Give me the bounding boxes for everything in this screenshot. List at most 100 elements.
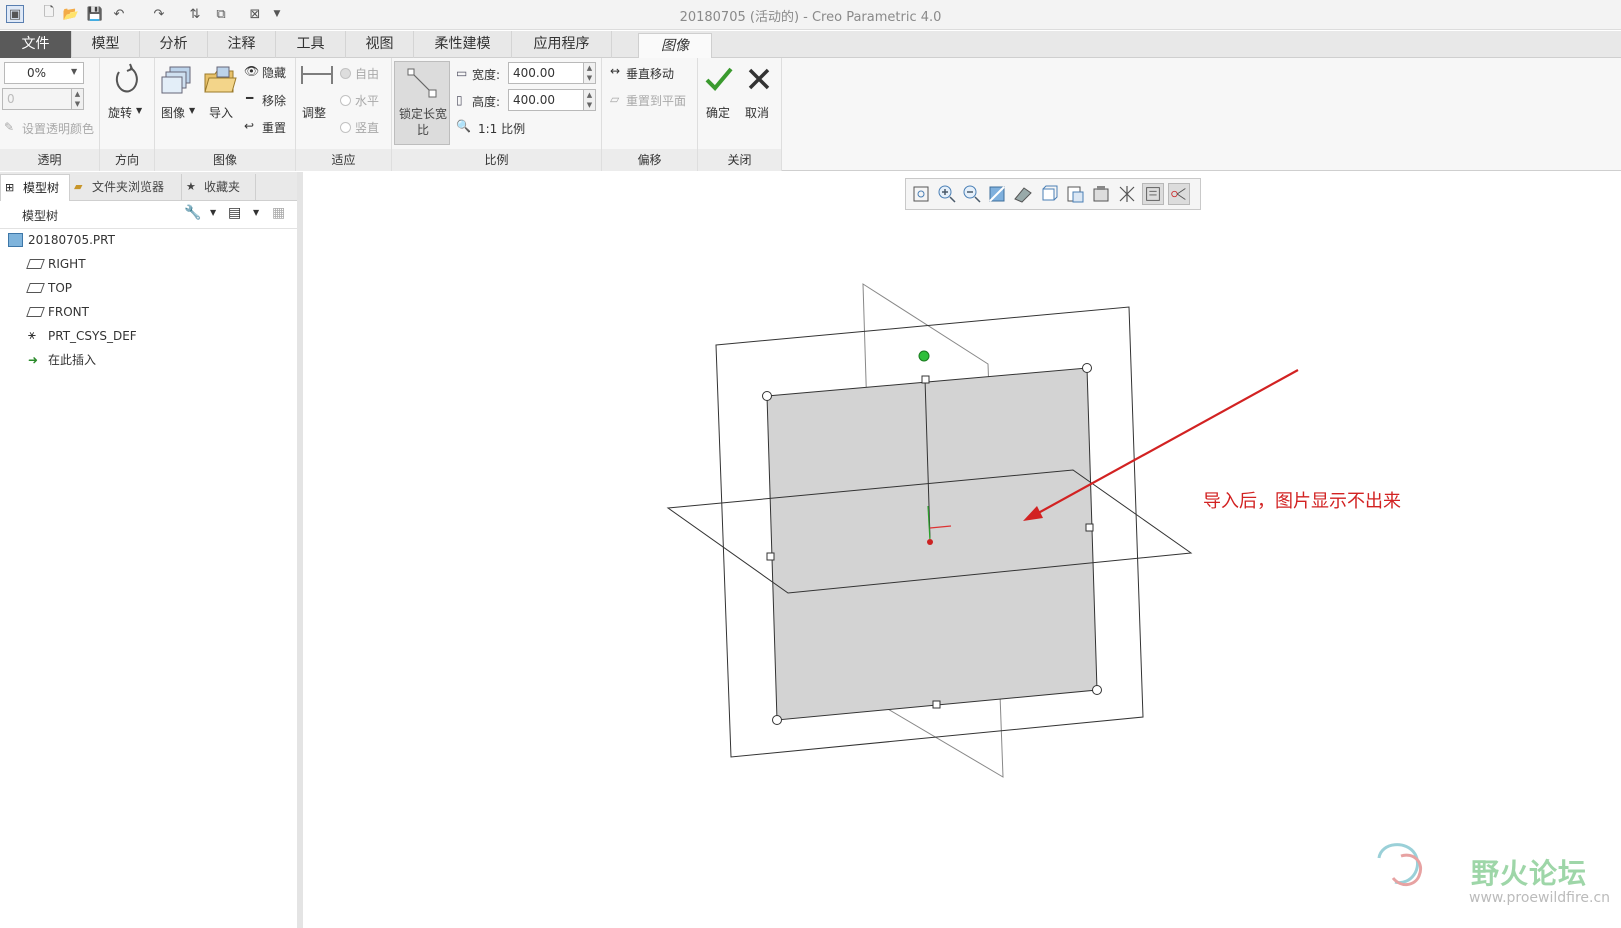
corner-handle[interactable] xyxy=(772,715,782,725)
height-label: 高度: xyxy=(472,95,501,109)
corner-handle[interactable] xyxy=(1092,685,1102,695)
lock-aspect-icon xyxy=(407,68,437,98)
rotate-icon[interactable] xyxy=(110,62,144,96)
one-to-one-button[interactable]: 1:1 比例 xyxy=(478,120,525,137)
datum-plane-icon xyxy=(26,283,45,293)
tree-item-part[interactable]: 20180705.PRT xyxy=(8,230,115,250)
tree-item-insert-here-label: 在此插入 xyxy=(48,353,97,367)
ok-button[interactable]: 确定 xyxy=(706,104,730,121)
group-label-close: 关闭 xyxy=(698,149,781,171)
edge-handle[interactable] xyxy=(921,375,930,384)
watermark-logo xyxy=(1377,843,1422,886)
width-spinner[interactable]: ▲ ▼ xyxy=(584,62,596,84)
chevron-down-icon[interactable]: ▼ xyxy=(71,67,77,76)
show-icon[interactable]: ▤ xyxy=(228,205,241,221)
panel-tabs: ⊞ 模型树 ▰ 文件夹浏览器 ★ 收藏夹 xyxy=(0,172,297,201)
corner-handle[interactable] xyxy=(762,391,772,401)
group-fit: 调整 自由 水平 竖直 适应 xyxy=(296,58,392,171)
filter-icon[interactable]: ▦ xyxy=(272,205,285,221)
transparency-spinner[interactable]: ▲ ▼ xyxy=(72,88,84,110)
tree-item-right-label: RIGHT xyxy=(48,257,86,271)
height-spinner[interactable]: ▲ ▼ xyxy=(584,89,596,111)
graphics-window[interactable]: 导入后，图片显示不出来 野火论坛 www.proewildfire.cn xyxy=(303,172,1621,928)
model-viewport[interactable] xyxy=(303,172,1621,928)
tab-view[interactable]: 视图 xyxy=(346,31,414,58)
reset-to-plane-button[interactable]: 重置到平面 xyxy=(626,92,686,109)
edge-handle[interactable] xyxy=(1085,523,1094,532)
tree-item-front-label: FRONT xyxy=(48,305,89,319)
tab-model[interactable]: 模型 xyxy=(72,31,140,58)
tree-item-insert-here[interactable]: ➜ 在此插入 xyxy=(28,350,97,370)
close-icon[interactable] xyxy=(746,66,772,92)
tab-file[interactable]: 文件 xyxy=(0,31,72,58)
tree-icon: ⊞ xyxy=(5,181,15,194)
tree-item-top[interactable]: TOP xyxy=(26,278,73,298)
settings-icon[interactable]: 🔧 xyxy=(184,205,201,221)
chevron-down-icon[interactable]: ▼ xyxy=(136,106,142,115)
tab-model-tree[interactable]: ⊞ 模型树 xyxy=(0,174,70,201)
height-icon: ▯ xyxy=(456,93,463,107)
check-icon[interactable] xyxy=(704,64,734,94)
fit-vertical-radio[interactable]: 竖直 xyxy=(340,119,379,136)
ribbon-tabs: 文件 模型 分析 注释 工具 视图 柔性建模 应用程序 图像 xyxy=(0,31,1621,58)
insert-arrow-icon: ➜ xyxy=(28,353,39,367)
tab-annotate[interactable]: 注释 xyxy=(208,31,276,58)
height-input[interactable]: 400.00 xyxy=(508,89,584,111)
set-transparent-color-button[interactable]: 设置透明颜色 xyxy=(22,120,94,137)
group-label-scale: 比例 xyxy=(392,149,601,171)
part-icon xyxy=(8,233,23,247)
remove-button[interactable]: 移除 xyxy=(262,92,286,109)
tree-item-front[interactable]: FRONT xyxy=(26,302,89,322)
vertical-move-icon: ↔ xyxy=(610,64,621,78)
rotate-handle[interactable] xyxy=(918,350,930,362)
adjust-button[interactable]: 调整 xyxy=(302,104,326,121)
fit-free-radio[interactable]: 自由 xyxy=(340,65,379,82)
cancel-button[interactable]: 取消 xyxy=(745,104,769,121)
chevron-down-icon[interactable]: ▼ xyxy=(210,208,216,217)
group-label-transparency: 透明 xyxy=(0,149,99,171)
image-button[interactable]: 图像 xyxy=(161,104,185,121)
folder-icon: ▰ xyxy=(74,180,83,193)
transparency-value-input[interactable]: 0 xyxy=(2,88,72,110)
width-input[interactable]: 400.00 xyxy=(508,62,584,84)
vertical-move-button[interactable]: 垂直移动 xyxy=(626,65,674,82)
reset-to-plane-icon: ▱ xyxy=(610,92,620,106)
annotation-text: 导入后，图片显示不出来 xyxy=(1203,491,1401,512)
adjust-icon[interactable] xyxy=(300,62,334,96)
fit-horizontal-radio[interactable]: 水平 xyxy=(340,92,379,109)
tree-item-part-label: 20180705.PRT xyxy=(28,233,115,247)
corner-handle[interactable] xyxy=(1082,363,1092,373)
group-scale: 锁定长宽比 ▭ 宽度: 400.00 ▲ ▼ ▯ 高度: 400.00 ▲ ▼ 🔍 … xyxy=(392,58,602,171)
tab-folder-browser[interactable]: ▰ 文件夹浏览器 xyxy=(70,174,182,201)
group-label-image: 图像 xyxy=(155,149,295,171)
chevron-down-icon[interactable]: ▼ xyxy=(253,208,259,217)
tree-item-right[interactable]: RIGHT xyxy=(26,254,86,274)
group-transparency: 💡 0% ▼ 0 ▲▼ ✎ 设置透明颜色 透明 xyxy=(0,58,100,171)
favorites-icon: ★ xyxy=(186,180,196,193)
watermark-name: 野火论坛 xyxy=(1471,857,1588,890)
tab-tools[interactable]: 工具 xyxy=(276,31,346,58)
one-to-one-icon: 🔍 xyxy=(456,119,471,133)
tree-item-top-label: TOP xyxy=(48,281,73,295)
edge-handle[interactable] xyxy=(932,700,941,709)
tab-model-tree-label: 模型树 xyxy=(23,181,60,195)
reset-button[interactable]: 重置 xyxy=(262,119,286,136)
hide-button[interactable]: 隐藏 xyxy=(262,64,286,81)
import-button[interactable]: 导入 xyxy=(209,104,233,121)
import-folder-icon[interactable] xyxy=(203,64,237,98)
chevron-down-icon[interactable]: ▼ xyxy=(189,106,195,115)
tab-applications[interactable]: 应用程序 xyxy=(512,31,612,58)
lock-aspect-button[interactable]: 锁定长宽比 xyxy=(394,61,450,145)
tree-item-csys[interactable]: ⚹ PRT_CSYS_DEF xyxy=(28,326,137,346)
width-label: 宽度: xyxy=(472,68,501,82)
edge-handle[interactable] xyxy=(766,552,775,561)
group-label-fit: 适应 xyxy=(296,149,391,171)
tab-favorites[interactable]: ★ 收藏夹 xyxy=(182,174,256,201)
tab-flexible-modeling[interactable]: 柔性建模 xyxy=(414,31,512,58)
image-icon[interactable] xyxy=(161,64,195,98)
rotate-button[interactable]: 旋转 xyxy=(108,104,132,121)
tab-analysis[interactable]: 分析 xyxy=(140,31,208,58)
datum-plane-icon xyxy=(26,307,45,317)
tab-image[interactable]: 图像 xyxy=(638,33,712,58)
lock-aspect-label: 锁定长宽比 xyxy=(398,107,447,137)
